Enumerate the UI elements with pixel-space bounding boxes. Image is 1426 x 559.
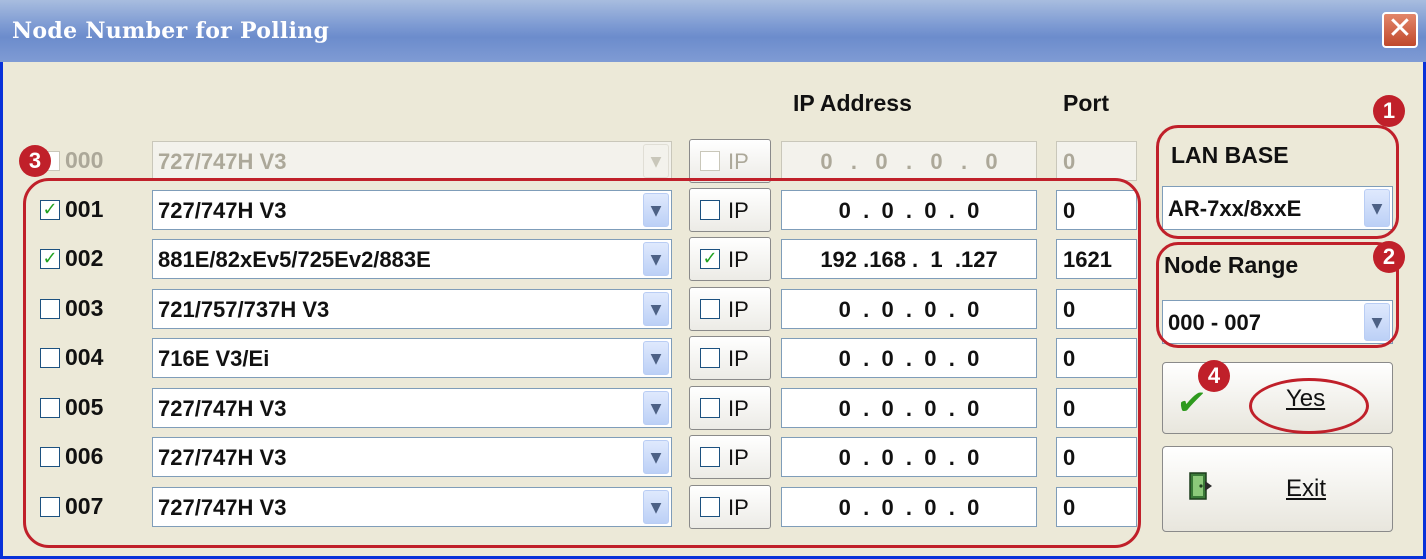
annotation-badge-3: 3 [19,145,51,177]
annotation-badge-1: 1 [1373,95,1405,127]
title-bar[interactable]: Node Number for Polling ✕ [0,0,1426,62]
annotation-badge-2: 2 [1373,241,1405,273]
port-field[interactable]: 0 [1056,141,1137,181]
checkmark-icon: ✔ [1174,383,1209,423]
chevron-down-icon[interactable]: ▼ [643,144,669,178]
annotation-node-range [1156,242,1399,348]
annotation-node-rows [23,178,1141,548]
port-value: 0 [1063,149,1076,174]
window-title: Node Number for Polling [12,18,330,44]
node-number: 000 [65,147,104,173]
ip-toggle-button[interactable]: IP [689,139,771,183]
annotation-yes [1249,378,1369,434]
ip-address-header: IP Address [793,90,912,116]
module-select[interactable]: 727/747H V3 ▼ [152,141,672,181]
close-button[interactable]: ✕ [1382,12,1418,48]
annotation-badge-4: 4 [1198,360,1230,392]
annotation-lan-base [1156,125,1399,239]
port-header: Port [1063,90,1109,116]
exit-button[interactable]: Exit [1162,446,1393,532]
exit-button-label: Exit [1286,475,1327,502]
module-value: 727/747H V3 [158,149,287,174]
ip-toggle-label: IP [728,149,749,174]
ip-address-value: 0 . 0 . 0 . 0 [820,149,998,174]
dialog-window: Node Number for Polling ✕ IP Address Por… [0,0,1426,559]
ip-checkbox[interactable] [700,151,720,171]
ip-address-field[interactable]: 0 . 0 . 0 . 0 [781,141,1037,181]
exit-door-icon [1187,471,1213,501]
